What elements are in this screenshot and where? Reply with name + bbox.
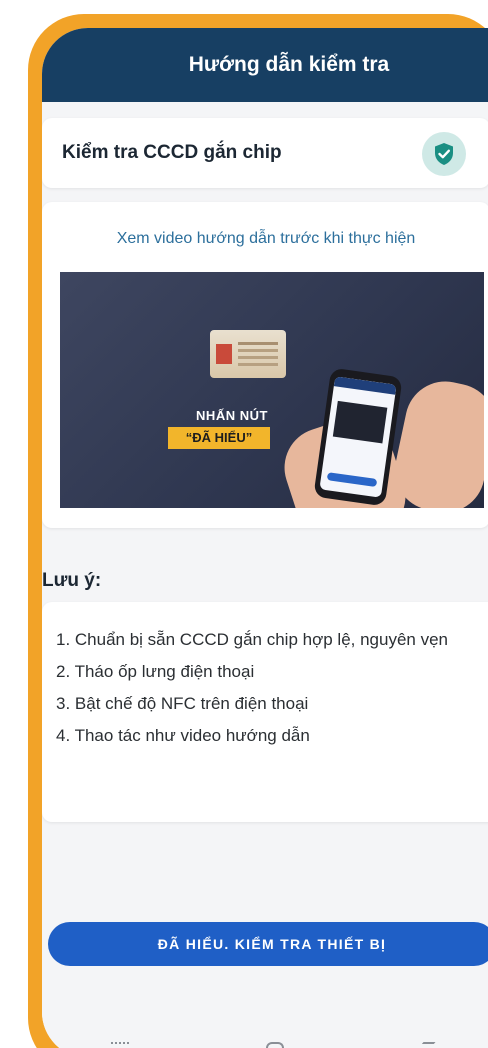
page-title: Hướng dẫn kiểm tra xyxy=(188,53,390,76)
note-item: 1. Chuẩn bị sẵn CCCD gắn chip hợp lệ, ng… xyxy=(56,630,448,649)
chip-check-title: Kiểm tra CCCD gắn chip xyxy=(62,142,282,163)
notes-card: 1. Chuẩn bị sẵn CCCD gắn chip hợp lệ, ng… xyxy=(42,602,488,822)
right-hand-image xyxy=(387,374,484,508)
recent-apps-icon[interactable] xyxy=(110,1042,129,1048)
video-caption-line2: “ĐÃ HIỂU” xyxy=(168,427,270,449)
notes-title: Lưu ý: xyxy=(42,570,102,591)
home-icon[interactable] xyxy=(265,1042,284,1048)
system-nav-bar xyxy=(42,1042,488,1048)
note-item: 3. Bật chế độ NFC trên điện thoại xyxy=(56,694,309,713)
phone-screen: Hướng dẫn kiểm tra Kiểm tra CCCD gắn chi… xyxy=(42,28,488,1048)
video-card: Xem video hướng dẫn trước khi thực hiện … xyxy=(42,202,488,528)
video-caption-line1: NHẤN NÚT xyxy=(196,408,268,423)
understood-check-device-button[interactable]: ĐÃ HIỂU. KIỂM TRA THIẾT BỊ xyxy=(48,922,488,966)
video-hint-text: Xem video hướng dẫn trước khi thực hiện xyxy=(116,230,416,247)
app-header: Hướng dẫn kiểm tra xyxy=(42,28,488,102)
back-icon[interactable] xyxy=(418,1042,436,1048)
note-item: 4. Thao tác như video hướng dẫn xyxy=(56,726,310,745)
shield-check-icon xyxy=(422,132,466,176)
guide-video[interactable]: NHẤN NÚT “ĐÃ HIỂU” xyxy=(60,272,484,508)
chip-check-card: Kiểm tra CCCD gắn chip xyxy=(42,118,488,188)
id-card-image xyxy=(210,330,286,378)
content-area: Kiểm tra CCCD gắn chip Xem video hướng d… xyxy=(42,102,488,1048)
note-item: 2. Tháo ốp lưng điện thoại xyxy=(56,662,255,681)
